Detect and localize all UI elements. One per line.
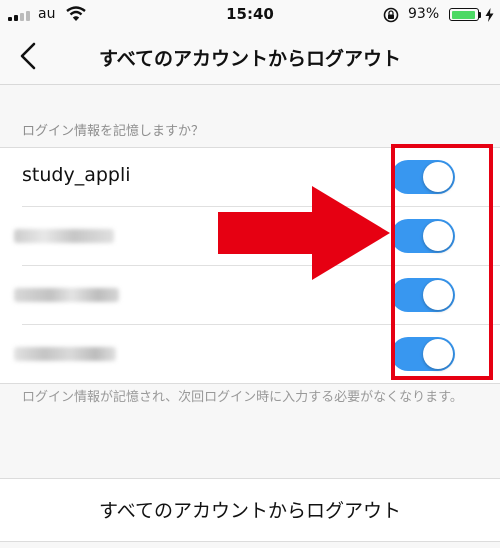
battery-percent: 93% (408, 6, 440, 22)
logout-all-button[interactable]: すべてのアカウントからログアウト (0, 478, 500, 542)
battery-nub (479, 12, 481, 18)
charging-bolt-icon (485, 8, 494, 22)
blurred-username (14, 347, 116, 361)
status-bar: au 15:40 93% (0, 0, 500, 30)
section-header: ログイン情報を記憶しますか？ (22, 124, 205, 139)
blurred-username (14, 229, 114, 243)
blurred-username (14, 288, 119, 302)
navigation-bar: すべてのアカウントからログアウト (0, 30, 500, 85)
account-username: study_appli (22, 164, 131, 186)
annotation-highlight-box (391, 144, 493, 380)
annotation-arrow-icon (218, 186, 390, 280)
orientation-lock-icon (383, 7, 399, 23)
battery-icon (449, 8, 479, 21)
page-title: すべてのアカウントからログアウト (99, 48, 401, 70)
footnote-text: ログイン情報が記憶され、次回ログイン時に入力する必要がなくなります。 (22, 390, 463, 405)
logout-all-label: すべてのアカウントからログアウト (99, 500, 401, 522)
